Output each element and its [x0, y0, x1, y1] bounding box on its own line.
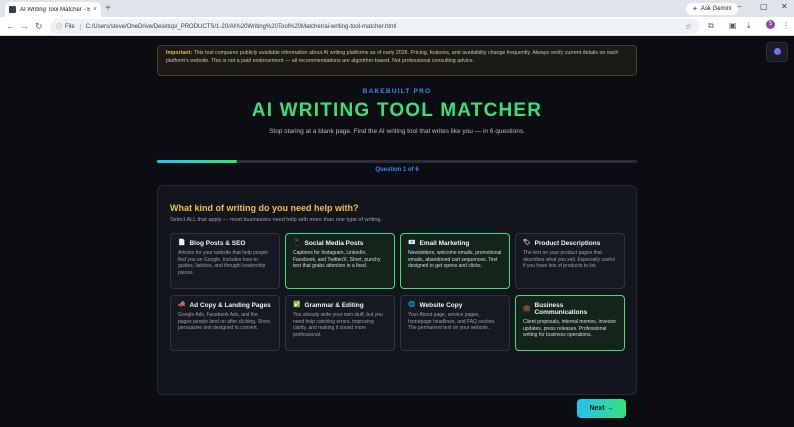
- ask-gemini-button[interactable]: ✦ Ask Gemini: [686, 3, 738, 15]
- back-icon[interactable]: ←: [6, 21, 15, 31]
- tab-strip: AI Writing Tool Matcher - Bake × + ✦ Ask…: [0, 0, 794, 17]
- next-button[interactable]: Next →: [577, 399, 626, 418]
- tab-title: AI Writing Tool Matcher - Bake: [20, 6, 90, 13]
- question-counter: Question 1 of 6: [375, 167, 419, 173]
- brand-name: BAKEBUILT PRO: [362, 88, 432, 95]
- option-description: The text on your product pages that desc…: [523, 250, 615, 270]
- assistant-icon: [774, 48, 781, 55]
- option-blog-posts[interactable]: 📄 Blog Posts & SEO Articles for your webs…: [170, 233, 280, 289]
- option-label: Blog Posts & SEO: [189, 240, 246, 247]
- option-product-descriptions[interactable]: 🏷 Product Descriptions The text on your p…: [515, 233, 625, 289]
- profile-avatar[interactable]: S: [766, 20, 775, 29]
- option-business-communications[interactable]: 💼 Business Communications Client proposal…: [515, 295, 625, 351]
- phone-icon: 📱: [293, 240, 301, 246]
- browser-tab[interactable]: AI Writing Tool Matcher - Bake ×: [5, 2, 101, 17]
- extensions-icon[interactable]: ⧉: [708, 21, 714, 31]
- new-tab-button[interactable]: +: [105, 3, 111, 14]
- email-icon: 📧: [408, 240, 416, 246]
- option-label: Product Descriptions: [534, 240, 601, 247]
- option-description: Your About page, service pages, homepage…: [408, 312, 496, 332]
- bookmark-star-icon[interactable]: ☆: [685, 22, 692, 31]
- url-text: C:/Users/steve/OneDrive/Desktop/_PRODUCT…: [85, 23, 397, 30]
- progress-fill: [157, 160, 238, 163]
- option-label: Website Copy: [419, 302, 463, 309]
- question-subtitle: Select ALL that apply — most businesses …: [170, 217, 382, 223]
- globe-icon: 🌐: [408, 302, 416, 308]
- gemini-sparkle-icon: ✦: [692, 6, 698, 13]
- page: Important: This tool compares publicly a…: [0, 36, 794, 427]
- checkmark-icon: ✅: [293, 302, 301, 308]
- question-title: What kind of writing do you need help wi…: [170, 203, 359, 213]
- menu-icon[interactable]: ⋮: [782, 21, 790, 30]
- file-label: File: [65, 23, 81, 30]
- option-label: Email Marketing: [419, 240, 470, 247]
- tab-favicon-icon: [9, 6, 16, 13]
- forward-icon[interactable]: →: [20, 21, 29, 31]
- option-description: Articles for your website that help peop…: [178, 250, 269, 276]
- ask-gemini-label: Ask Gemini: [700, 6, 732, 12]
- option-ad-copy[interactable]: 📣 Ad Copy & Landing Pages Google Ads, Fac…: [170, 295, 280, 351]
- progress-bar: [157, 160, 637, 163]
- option-label: Ad Copy & Landing Pages: [189, 302, 271, 309]
- page-title: AI WRITING TOOL MATCHER: [251, 100, 543, 121]
- option-social-media[interactable]: 📱 Social Media Posts Captions for Instagr…: [285, 233, 395, 289]
- question-card: What kind of writing do you need help wi…: [157, 185, 637, 418]
- option-description: Client proposals, internal memos, invest…: [523, 319, 617, 339]
- notice-label: Important:: [166, 50, 193, 56]
- option-description: You already write your own stuff, but yo…: [293, 312, 383, 338]
- option-description: Captions for Instagram, LinkedIn, Facebo…: [293, 250, 381, 270]
- option-label: Business Communications: [534, 302, 588, 316]
- assistant-sidebar-button[interactable]: [766, 42, 788, 62]
- megaphone-icon: 📣: [178, 302, 186, 308]
- maximize-icon[interactable]: ▢: [760, 2, 768, 11]
- option-description: Google Ads, Facebook Ads, and the pages …: [178, 312, 272, 332]
- option-email-marketing[interactable]: 📧 Email Marketing Newsletters, welcome em…: [400, 233, 510, 289]
- split-view-icon[interactable]: ▣: [729, 21, 737, 30]
- downloads-icon[interactable]: ⤓: [747, 21, 751, 31]
- option-label: Social Media Posts: [304, 240, 364, 247]
- browser-toolbar: ← → ↻ ⓘ File C:/Users/steve/OneDrive/Des…: [0, 17, 794, 36]
- tagline: Stop staring at a blank page. Find the A…: [269, 128, 525, 135]
- address-bar[interactable]: ⓘ File C:/Users/steve/OneDrive/Desktop/_…: [50, 19, 700, 34]
- file-info-icon: ⓘ: [56, 25, 63, 31]
- notice-text: This tool compares publicly available in…: [166, 50, 619, 64]
- tag-icon: 🏷: [523, 240, 531, 246]
- close-window-icon[interactable]: ✕: [781, 2, 788, 11]
- document-icon: 📄: [178, 240, 186, 246]
- option-grammar-editing[interactable]: ✅ Grammar & Editing You already write you…: [285, 295, 395, 351]
- briefcase-icon: 💼: [523, 305, 531, 312]
- disclaimer-notice: Important: This tool compares publicly a…: [157, 45, 637, 76]
- tab-close-icon[interactable]: ×: [93, 6, 97, 13]
- option-description: Newsletters, welcome emails, promotional…: [408, 250, 502, 270]
- option-label: Grammar & Editing: [304, 302, 364, 309]
- minimize-icon[interactable]: –: [737, 2, 741, 11]
- reload-icon[interactable]: ↻: [35, 21, 43, 31]
- option-website-copy[interactable]: 🌐 Website Copy Your About page, service p…: [400, 295, 510, 351]
